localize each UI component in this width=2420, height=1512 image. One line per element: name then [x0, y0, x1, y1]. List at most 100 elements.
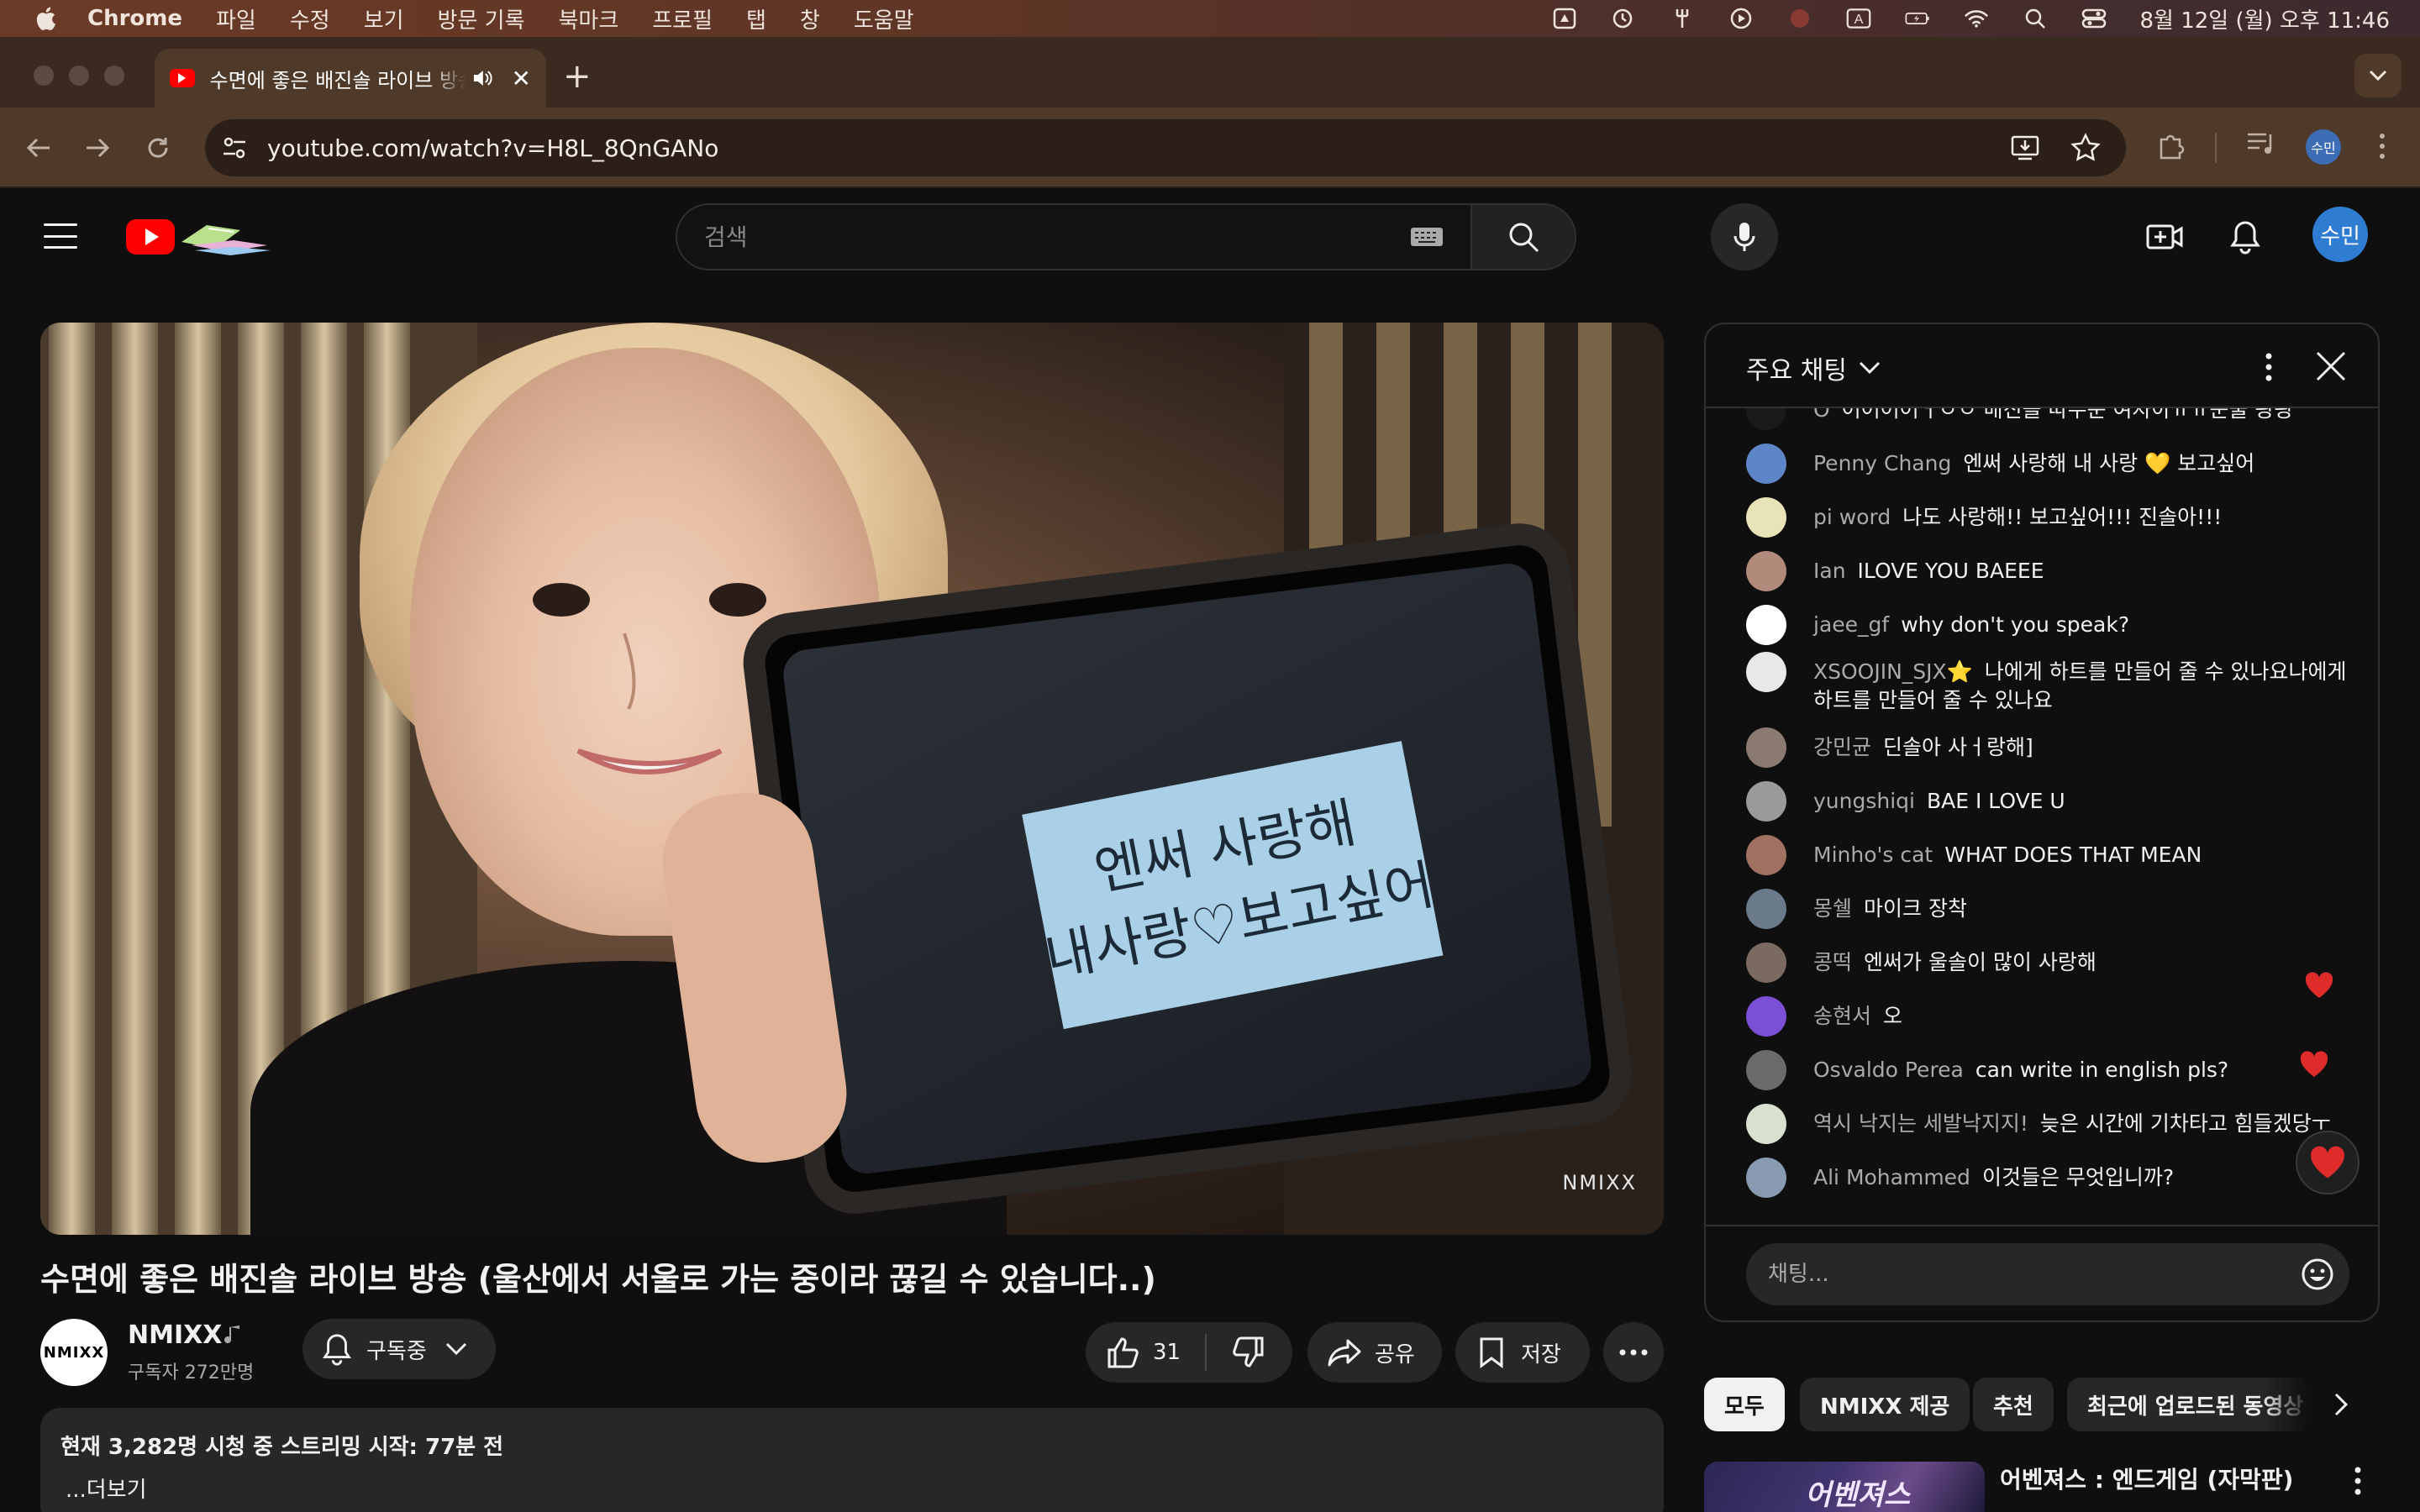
new-tab-button[interactable]: + — [563, 57, 592, 96]
chat-author[interactable]: O — [1813, 408, 1830, 422]
chat-avatar[interactable] — [1746, 652, 1786, 692]
spotlight-icon[interactable] — [2023, 8, 2048, 29]
chrome-menu-button[interactable] — [2378, 131, 2386, 161]
more-vertical-icon[interactable] — [2354, 1467, 2361, 1495]
chat-avatar[interactable] — [1746, 1104, 1786, 1144]
back-button[interactable] — [22, 131, 55, 165]
chat-author[interactable]: Ian — [1813, 559, 1846, 583]
speaker-icon[interactable] — [471, 67, 493, 89]
menu-help[interactable]: 도움말 — [854, 3, 914, 34]
menu-bar-clock[interactable]: 8월 12일 (월) 오후 11:46 — [2140, 3, 2391, 34]
chat-author[interactable]: 몽쉘 — [1813, 896, 1852, 921]
recommendation-title[interactable]: 어벤져스 : 엔드게임 (자막판) — [2000, 1462, 2293, 1495]
tab-close-button[interactable]: ✕ — [512, 65, 531, 92]
install-app-icon[interactable] — [2010, 133, 2040, 163]
menu-history[interactable]: 방문 기록 — [438, 3, 525, 34]
chat-author[interactable]: yungshiqi — [1813, 789, 1915, 813]
send-heart-button[interactable] — [2296, 1131, 2360, 1194]
video-player[interactable]: 엔써 사랑해 내사랑♡보고싶어 NMIXX — [40, 323, 1664, 1235]
close-icon[interactable] — [2314, 349, 2348, 383]
search-button[interactable] — [1470, 205, 1575, 269]
menu-file[interactable]: 파일 — [216, 3, 256, 34]
chat-avatar[interactable] — [1746, 889, 1786, 929]
chat-author[interactable]: Penny Chang — [1813, 451, 1951, 475]
save-button[interactable]: 저장 — [1455, 1322, 1590, 1383]
chat-author[interactable]: 역시 낙지는 세발낙지지! — [1813, 1111, 2028, 1136]
like-button[interactable]: 31 — [1086, 1322, 1205, 1383]
dislike-button[interactable] — [1207, 1322, 1291, 1383]
chip-nmixx[interactable]: NMIXX 제공 — [1800, 1378, 1970, 1431]
chat-mode-selector[interactable]: 주요 채팅 — [1746, 349, 1881, 386]
record-icon[interactable] — [1787, 8, 1812, 29]
tab-search-button[interactable] — [2354, 54, 2402, 97]
chat-author[interactable]: jaee_gf — [1813, 612, 1889, 637]
chat-avatar[interactable] — [1746, 727, 1786, 768]
description-box[interactable]: 현재 3,282명 시청 중 스트리밍 시작: 77분 전 ...더보기 — [40, 1408, 1664, 1512]
chat-author[interactable]: 송현서 — [1813, 1004, 1871, 1028]
chat-avatar[interactable] — [1746, 1050, 1786, 1090]
share-button[interactable]: 공유 — [1307, 1322, 1442, 1383]
chat-avatar[interactable] — [1746, 835, 1786, 875]
input-source-icon[interactable]: A — [1846, 8, 1871, 29]
menu-view[interactable]: 보기 — [364, 3, 404, 34]
menu-profiles[interactable]: 프로필 — [652, 3, 713, 34]
chat-avatar[interactable] — [1746, 497, 1786, 538]
chat-avatar[interactable] — [1746, 605, 1786, 645]
more-actions-button[interactable] — [1603, 1322, 1664, 1383]
chat-avatar[interactable] — [1746, 996, 1786, 1037]
reload-button[interactable] — [141, 131, 175, 165]
window-minimize-button[interactable] — [69, 66, 89, 86]
chat-author[interactable]: XSOOJIN_SJX⭐ — [1813, 659, 1973, 684]
voice-search-button[interactable] — [1711, 203, 1778, 270]
chat-author[interactable]: pi word — [1813, 505, 1891, 529]
account-avatar[interactable]: 수민 — [2312, 207, 2368, 262]
chat-author[interactable]: Osvaldo Perea — [1813, 1058, 1964, 1082]
chip-recently-uploaded[interactable]: 최근에 업로드된 동영상 — [2067, 1378, 2311, 1431]
chat-avatar[interactable] — [1746, 551, 1786, 591]
time-machine-icon[interactable] — [1611, 8, 1636, 29]
recommendation-thumbnail[interactable]: 어벤져스 — [1704, 1462, 1985, 1512]
chat-avatar[interactable] — [1746, 1158, 1786, 1198]
media-controls-button[interactable] — [2245, 129, 2277, 158]
subscribe-button[interactable]: 구독중 — [302, 1319, 496, 1379]
url-text[interactable]: youtube.com/watch?v=H8L_8QnGANo — [267, 134, 718, 162]
menu-bookmarks[interactable]: 북마크 — [559, 3, 619, 34]
menu-tab[interactable]: 탭 — [746, 3, 766, 34]
emoji-icon[interactable] — [2301, 1257, 2334, 1291]
chat-avatar[interactable] — [1746, 781, 1786, 822]
chat-author[interactable]: Minho's cat — [1813, 843, 1933, 867]
chat-author[interactable]: 강민균 — [1813, 735, 1871, 759]
notifications-button[interactable] — [2225, 217, 2265, 257]
menu-edit[interactable]: 수정 — [290, 3, 330, 34]
channel-avatar[interactable]: NMIXX — [40, 1319, 108, 1386]
channel-name[interactable]: NMIXX — [128, 1320, 222, 1350]
site-info-icon[interactable] — [220, 134, 249, 162]
chat-avatar[interactable] — [1746, 408, 1786, 430]
chat-avatar[interactable] — [1746, 942, 1786, 983]
create-button[interactable] — [2144, 217, 2185, 257]
chip-recommended[interactable]: 추천 — [1973, 1378, 2054, 1431]
more-vertical-icon[interactable] — [2265, 353, 2272, 381]
extensions-button[interactable] — [2156, 129, 2188, 161]
chip-all[interactable]: 모두 — [1704, 1378, 1785, 1431]
chat-avatar[interactable] — [1746, 444, 1786, 484]
bookmark-star-icon[interactable] — [2070, 133, 2101, 163]
control-center-icon[interactable] — [2081, 8, 2107, 29]
wifi-icon[interactable] — [1964, 8, 1989, 29]
fork-icon[interactable] — [1670, 8, 1695, 29]
menu-window[interactable]: 창 — [800, 3, 820, 34]
active-tab[interactable]: 수면에 좋은 배진솔 라이브 방송 ✕ — [155, 49, 546, 108]
window-zoom-button[interactable] — [104, 66, 124, 86]
apple-icon[interactable] — [34, 6, 57, 31]
search-input[interactable] — [677, 205, 1410, 269]
youtube-logo[interactable] — [126, 213, 294, 260]
chips-next-button[interactable] — [2323, 1386, 2360, 1423]
menu-hamburger-icon[interactable] — [44, 223, 77, 249]
battery-icon[interactable] — [1905, 8, 1930, 29]
drive-icon[interactable] — [1552, 8, 1577, 29]
forward-button[interactable] — [81, 131, 114, 165]
window-close-button[interactable] — [34, 66, 54, 86]
address-bar[interactable]: youtube.com/watch?v=H8L_8QnGANo — [205, 119, 2126, 176]
chat-author[interactable]: Ali Mohammed — [1813, 1165, 1970, 1189]
play-icon[interactable] — [1728, 8, 1754, 29]
